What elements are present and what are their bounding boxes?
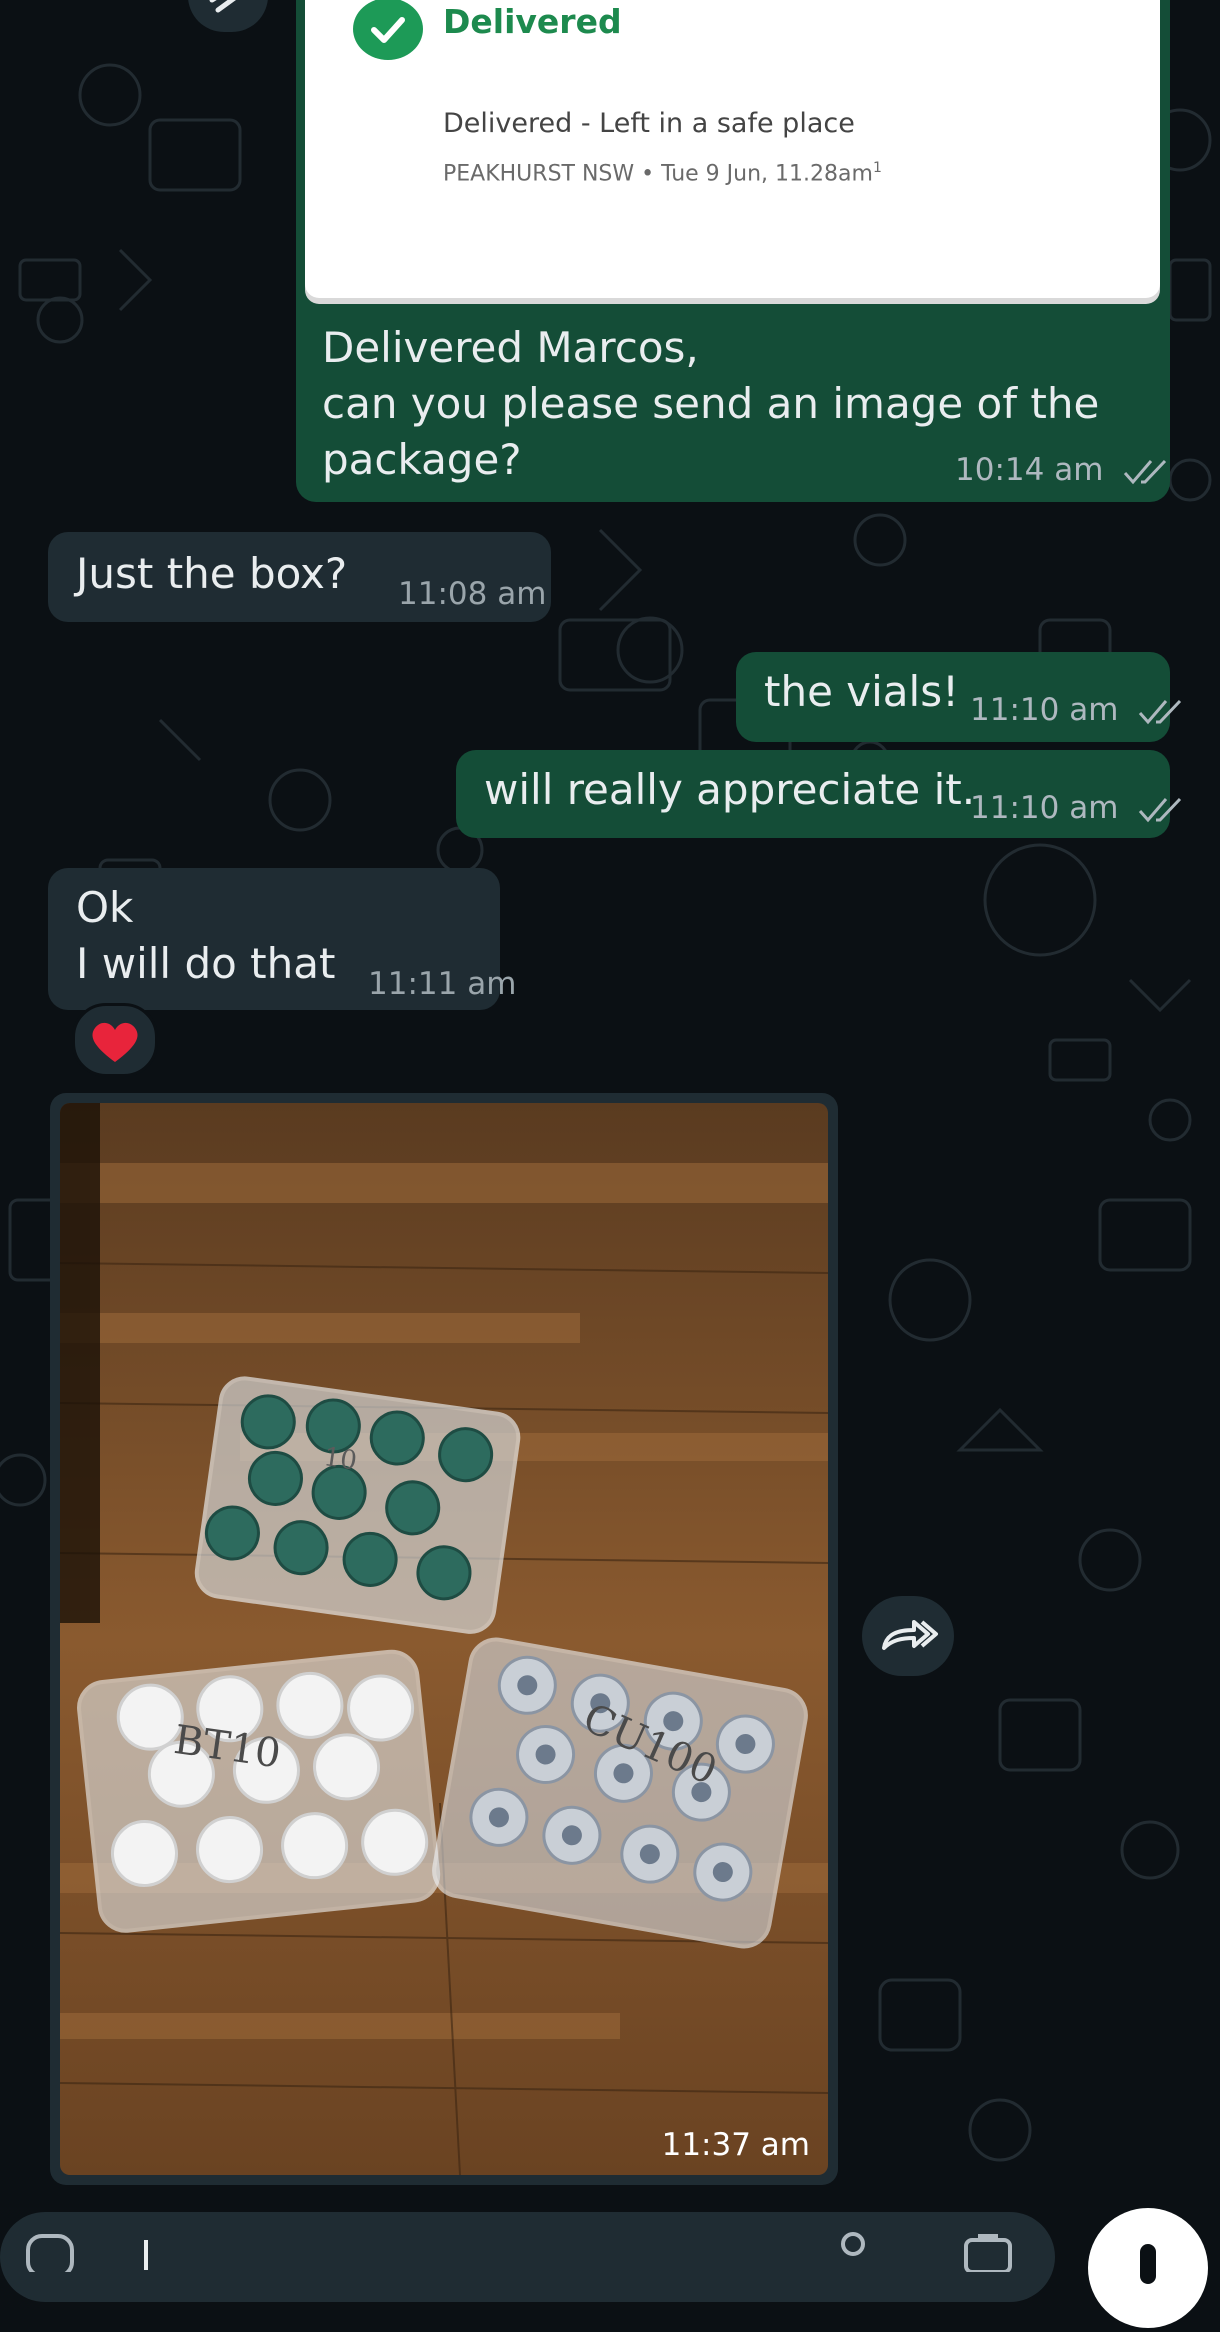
message-text: Just the box? — [76, 549, 348, 598]
camera-icon[interactable] — [958, 2222, 1018, 2272]
message-text: Ok I will do that — [76, 883, 336, 988]
double-check-icon — [1139, 699, 1182, 724]
text-caret — [144, 2240, 148, 2270]
message-input[interactable] — [0, 2212, 1055, 2302]
image-time: 11:37 am — [661, 2127, 810, 2163]
mic-icon[interactable] — [1088, 2208, 1208, 2328]
delivery-status: Delivered — [443, 2, 622, 41]
emoji-icon[interactable] — [20, 2222, 80, 2272]
vials-photo[interactable]: 10 BT10 CU100 — [60, 1103, 828, 2175]
double-check-icon — [1139, 797, 1182, 822]
top-forward-icon[interactable] — [188, 0, 268, 32]
delivery-location-time: PEAKHURST NSW • Tue 9 Jun, 11.28am1 — [443, 160, 882, 187]
message-time: 11:10 am — [970, 692, 1186, 728]
check-circle-icon — [353, 0, 423, 60]
delivery-detail: Delivered - Left in a safe place — [443, 108, 855, 139]
message-time: 10:14 am — [955, 452, 1171, 488]
message-time: 11:10 am — [970, 790, 1186, 826]
paperclip-icon[interactable] — [828, 2220, 878, 2270]
footnote-marker: 1 — [872, 160, 882, 176]
heart-reaction[interactable] — [72, 1003, 158, 1077]
forward-icon[interactable] — [862, 1596, 954, 1676]
message-time: 11:11 am — [368, 966, 517, 1002]
message-time: 11:08 am — [398, 576, 547, 612]
back-box-label: 10 — [322, 1442, 359, 1476]
message-text: the vials! — [764, 667, 959, 716]
double-check-icon — [1124, 459, 1167, 484]
incoming-image-message[interactable]: 10 BT10 CU100 11:37 am — [50, 1093, 838, 2185]
message-text: will really appreciate it. — [484, 765, 976, 814]
delivery-card[interactable]: Delivered Delivered - Left in a safe pla… — [305, 0, 1160, 298]
